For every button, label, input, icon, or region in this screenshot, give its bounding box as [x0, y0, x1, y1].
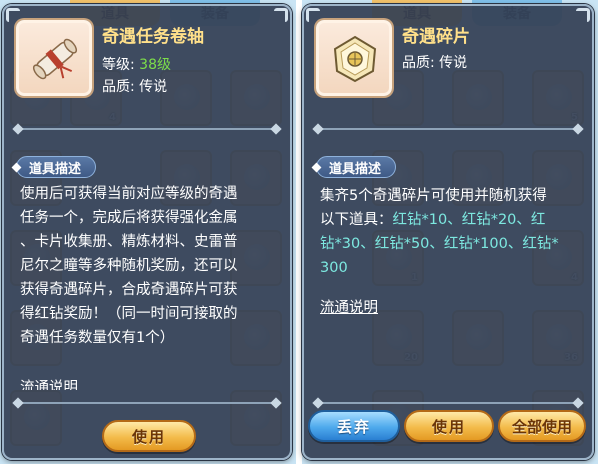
quality-row: 品质: 传说 — [102, 76, 167, 96]
circulation-info-link[interactable]: 流通说明 — [320, 296, 378, 317]
level-label: 等级: — [102, 57, 135, 73]
divider — [312, 397, 584, 409]
reward-text: 红钻*10、红钻*20、红 — [392, 212, 546, 228]
section-title-description: 道具描述 — [316, 156, 397, 178]
use-button[interactable]: 使用 — [404, 410, 494, 442]
discard-button[interactable]: 丢弃 — [308, 410, 400, 442]
quality-label: 品质: — [102, 79, 135, 95]
item-description: 使用后可获得当前对应等级的奇遇 任务一个，完成后将获得强化金属 、卡片收集册、精… — [20, 182, 278, 350]
description-line: 、卡片收集册、精炼材料、史雷普 — [20, 234, 238, 250]
level-value: 38级 — [139, 57, 171, 73]
item-tooltip-shard: 奇遇碎片 品质: 传说 道具描述 集齐5个奇遇碎片可使用并随机获得 以下道具：红… — [302, 4, 594, 460]
quality-value: 传说 — [439, 55, 468, 71]
shard-icon — [333, 35, 377, 83]
item-icon-frame — [16, 20, 92, 96]
description-line: 集齐5个奇遇碎片可使用并随机获得 — [320, 188, 547, 204]
corner-ornament — [274, 8, 288, 22]
corner-ornament — [576, 8, 590, 22]
reward-line: 300 — [320, 260, 348, 276]
item-name: 奇遇碎片 — [402, 27, 470, 47]
quality-value: 传说 — [139, 79, 168, 95]
item-description: 集齐5个奇遇碎片可使用并随机获得 以下道具：红钻*10、红钻*20、红 钻*30… — [320, 184, 580, 280]
scroll-icon — [32, 38, 78, 80]
corner-ornament — [6, 8, 20, 22]
description-line: 得红钻奖励！（同一时间可接取的 — [20, 306, 238, 322]
item-tooltip-scroll: 奇遇任务卷轴 等级: 38级 品质: 传说 道具描述 使用后可获得当前对应等级的… — [2, 4, 292, 460]
quality-row: 品质: 传说 — [402, 52, 467, 72]
item-icon-frame — [316, 20, 392, 96]
description-line: 尼尔之瞳等多种随机奖励，还可以 — [20, 258, 238, 274]
divider — [12, 397, 282, 409]
divider — [12, 123, 282, 135]
corner-ornament — [306, 8, 320, 22]
reward-line: 钻*30、红钻*50、红钻*100、红钻* — [320, 236, 559, 252]
use-all-button[interactable]: 全部使用 — [498, 410, 586, 442]
circulation-info-link[interactable]: 流通说明 — [20, 376, 78, 390]
description-line: 以下道具：红钻*10、红钻*20、红 — [320, 208, 580, 232]
level-row: 等级: 38级 — [102, 54, 171, 74]
description-line: 获得奇遇碎片，合成奇遇碎片可获 — [20, 282, 238, 298]
section-title-description: 道具描述 — [16, 156, 97, 178]
description-line: 任务一个，完成后将获得强化金属 — [20, 210, 238, 226]
description-line: 奇遇任务数量仅有1个） — [20, 330, 175, 346]
use-button[interactable]: 使用 — [102, 420, 196, 452]
quality-label: 品质: — [402, 55, 435, 71]
description-text: 以下道具： — [320, 212, 393, 228]
description-line: 使用后可获得当前对应等级的奇遇 — [20, 186, 238, 202]
divider — [312, 123, 584, 135]
item-name: 奇遇任务卷轴 — [102, 27, 204, 47]
